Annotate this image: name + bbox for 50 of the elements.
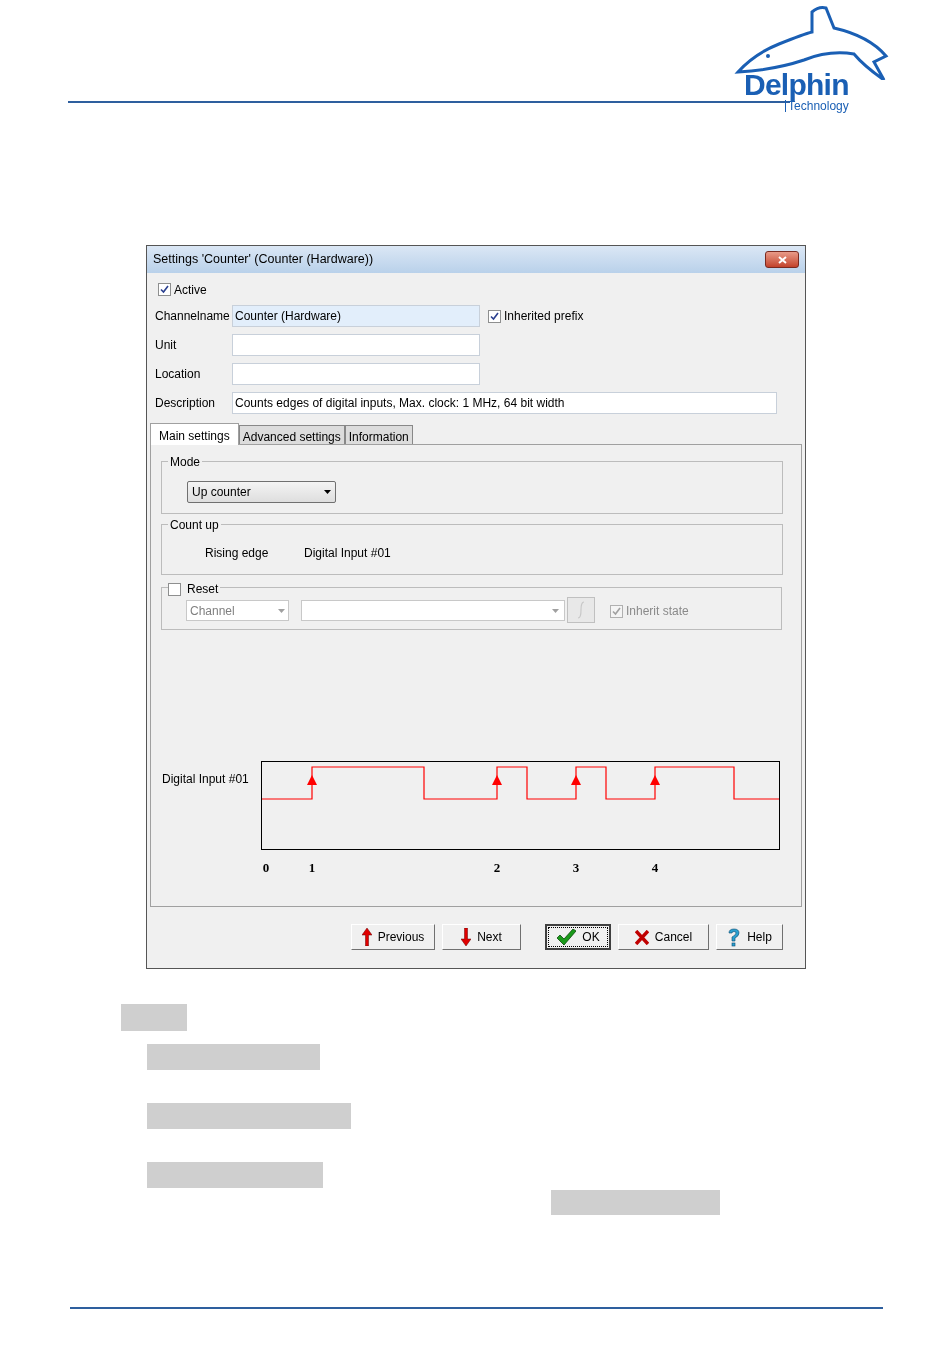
group-title: Reset [187, 581, 219, 598]
mode-dropdown[interactable]: Up counter [187, 481, 336, 503]
text-field[interactable]: Counter (Hardware) [232, 305, 480, 327]
checkbox-label: Active [174, 281, 207, 299]
edge-type-label: Rising edge [205, 545, 269, 562]
field-label: Unit [155, 337, 178, 354]
previous-button[interactable]: Previous [351, 924, 435, 950]
edge-number: 0 [262, 859, 270, 877]
checkmark-icon [556, 928, 577, 946]
close-icon [634, 929, 649, 945]
reset-checkbox[interactable] [168, 582, 181, 596]
redacted-block [121, 1004, 187, 1031]
text-field[interactable] [232, 363, 480, 385]
tab[interactable]: Advanced settings [238, 425, 345, 444]
channel-select-field[interactable] [301, 600, 565, 621]
edge-button[interactable] [567, 597, 595, 623]
input-label: Digital Input #01 [304, 545, 391, 562]
close-icon [777, 255, 787, 264]
ok-button[interactable]: OK [545, 924, 611, 950]
down-arrow-icon [461, 928, 472, 946]
help-icon [727, 927, 742, 947]
text-field[interactable] [232, 334, 480, 356]
inherited-prefix-checkbox[interactable] [488, 309, 501, 323]
edge-number: 1 [308, 859, 316, 877]
field-label: Description [155, 395, 217, 412]
edge-number: 3 [572, 859, 580, 877]
next-button[interactable]: Next [442, 924, 521, 950]
checkbox-label: Inherit state [626, 603, 689, 620]
edge-icon [577, 601, 585, 619]
logo-tagline: Technology [785, 100, 849, 112]
field-label: Location [155, 366, 202, 383]
tab[interactable]: Information [344, 425, 413, 444]
help-button[interactable]: Help [716, 924, 783, 950]
active-checkbox[interactable] [158, 283, 171, 296]
signal-label: Digital Input #01 [162, 771, 249, 788]
tab[interactable]: Main settings [150, 423, 239, 445]
text-field[interactable]: Counts edges of digital inputs, Max. clock: 1 MHz, 64 bit width [232, 392, 777, 414]
caret-icon [324, 490, 331, 494]
caret-icon [278, 608, 285, 613]
caret-icon [552, 608, 559, 613]
field-label: Channelname [155, 308, 231, 325]
up-arrow-icon [361, 928, 372, 946]
checkbox-label: Inherited prefix [504, 308, 584, 325]
logo-wordmark: Delphin [744, 70, 849, 100]
close-button[interactable] [765, 251, 799, 268]
channel-dropdown[interactable]: Channel [186, 600, 289, 621]
cancel-button[interactable]: Cancel [618, 924, 709, 950]
edge-number: 2 [493, 859, 501, 877]
window-title: Settings 'Counter' (Counter (Hardware)) [153, 251, 374, 269]
edge-number: 4 [651, 859, 659, 877]
